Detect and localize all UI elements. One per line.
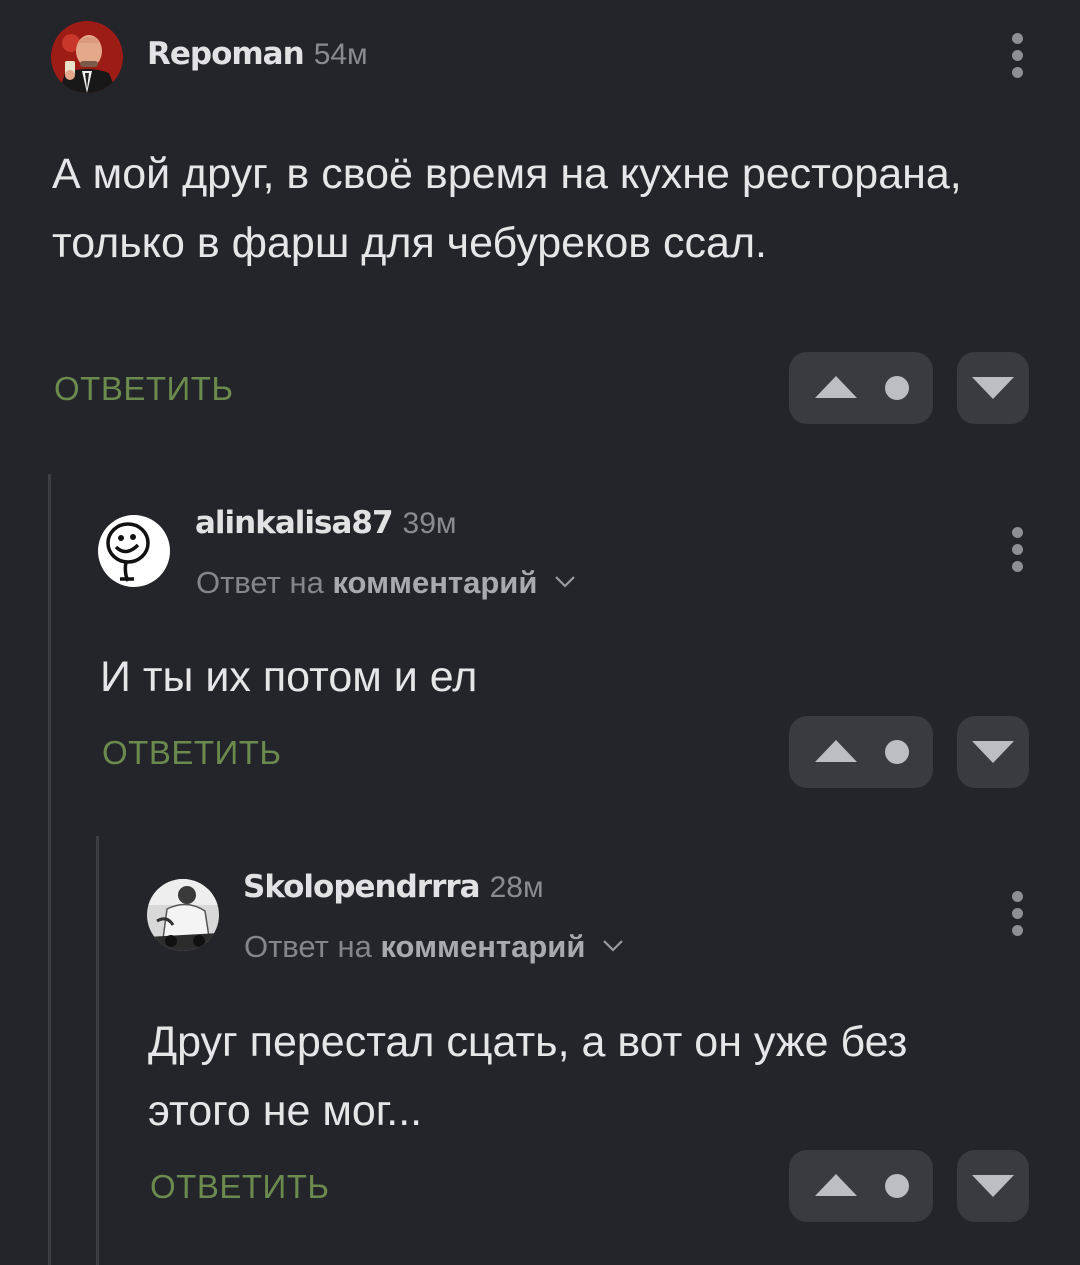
username[interactable]: Skolopendrrra 28м	[243, 869, 544, 905]
timestamp: 54м	[313, 38, 368, 71]
reply-to[interactable]: Ответ на комментарий	[196, 565, 576, 601]
reply-to-prefix: Ответ на	[244, 929, 372, 964]
avatar[interactable]	[51, 21, 123, 93]
thread-line-level-2	[96, 836, 99, 1265]
thread-line-level-1	[48, 474, 51, 1265]
reply-to-target[interactable]: комментарий	[380, 929, 585, 964]
username-text[interactable]: Skolopendrrra	[243, 869, 481, 905]
downvote-button[interactable]	[957, 1150, 1029, 1222]
username-text[interactable]: Repoman	[147, 36, 305, 72]
upvote-button[interactable]	[789, 1150, 933, 1222]
reply-to-target[interactable]: комментарий	[332, 565, 537, 600]
man-in-suit-avatar-icon	[51, 21, 123, 93]
downvote-button[interactable]	[957, 716, 1029, 788]
comment-text: А мой друг, в своё время на кухне рестор…	[52, 150, 962, 267]
upvote-button[interactable]	[789, 352, 933, 424]
avatar[interactable]	[147, 879, 219, 951]
username[interactable]: alinkalisa87 39м	[195, 505, 457, 541]
timestamp: 28м	[489, 871, 544, 904]
username[interactable]: Repoman 54м	[147, 36, 368, 72]
reply-button[interactable]: ОТВЕТИТЬ	[54, 370, 234, 408]
more-vertical-icon[interactable]	[1010, 527, 1024, 572]
more-vertical-icon[interactable]	[1010, 891, 1024, 936]
rating-dot-icon	[885, 376, 909, 400]
chevron-down-icon[interactable]	[602, 939, 624, 953]
chevron-down-icon[interactable]	[554, 575, 576, 589]
comment-text: Друг перестал сцать, а вот он уже без эт…	[148, 1018, 908, 1135]
meme-face-avatar-icon	[98, 515, 170, 587]
rating-dot-icon	[885, 740, 909, 764]
downvote-triangle-icon	[972, 1175, 1014, 1197]
comment-text: И ты их потом и ел	[100, 653, 478, 701]
reply-button[interactable]: ОТВЕТИТЬ	[102, 734, 282, 772]
downvote-triangle-icon	[972, 377, 1014, 399]
upvote-triangle-icon	[815, 1174, 857, 1196]
avatar[interactable]	[98, 515, 170, 587]
downvote-triangle-icon	[972, 741, 1014, 763]
rating-dot-icon	[885, 1174, 909, 1198]
upvote-button[interactable]	[789, 716, 933, 788]
bw-photo-avatar-icon	[147, 879, 219, 951]
reply-button[interactable]: ОТВЕТИТЬ	[150, 1168, 330, 1206]
reply-to[interactable]: Ответ на комментарий	[244, 929, 624, 965]
reply-to-prefix: Ответ на	[196, 565, 324, 600]
more-vertical-icon[interactable]	[1010, 33, 1024, 78]
upvote-triangle-icon	[815, 740, 857, 762]
upvote-triangle-icon	[815, 376, 857, 398]
username-text[interactable]: alinkalisa87	[195, 505, 394, 541]
downvote-button[interactable]	[957, 352, 1029, 424]
timestamp: 39м	[402, 507, 457, 540]
